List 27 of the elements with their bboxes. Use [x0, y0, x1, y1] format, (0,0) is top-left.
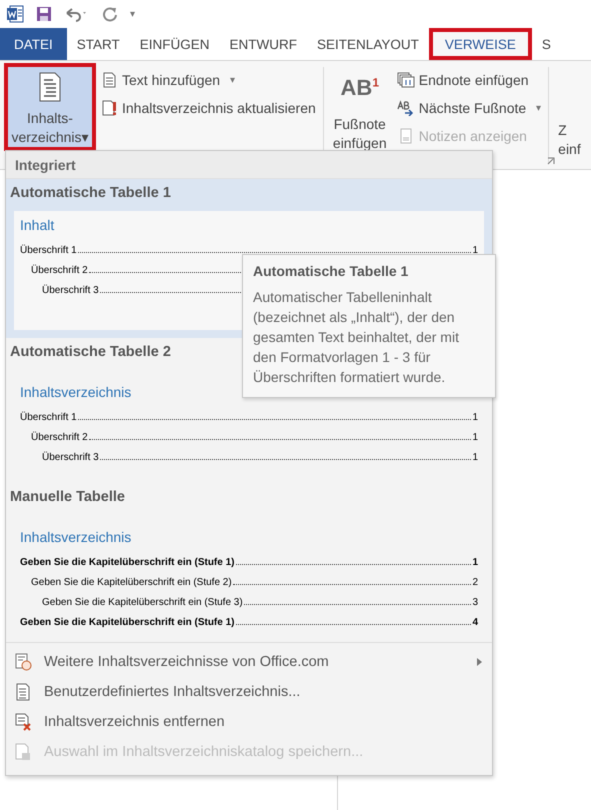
toc-entry: Überschrift 1	[20, 245, 77, 256]
tooltip-title: Automatische Tabelle 1	[253, 263, 410, 279]
toc-entry: Geben Sie die Kapitelüberschrift ein (Stufe 1)	[20, 617, 234, 628]
toc-heading: Inhaltsverzeichnis	[20, 529, 132, 545]
page-number: 1	[472, 412, 478, 423]
toc-entry: Geben Sie die Kapitelüberschrift ein (Stufe 2)	[31, 577, 232, 588]
gallery-title: Automatische Tabelle 1	[10, 184, 171, 203]
page-number: 3	[472, 597, 478, 608]
gallery-title: Manuelle Tabelle	[10, 488, 125, 507]
toc-entry: Überschrift 3	[42, 452, 99, 463]
toc-heading: Inhaltsverzeichnis	[20, 384, 132, 400]
toc-entry: Geben Sie die Kapitelüberschrift ein (Stufe 1)	[20, 557, 234, 568]
page-number: 2	[472, 577, 478, 588]
page-number: 1	[472, 432, 478, 443]
toc-entry: Überschrift 2	[31, 265, 88, 276]
toc-entry: Überschrift 2	[31, 432, 88, 443]
page-number: 1	[472, 557, 478, 568]
toc-heading: Inhalt	[20, 217, 54, 233]
section-header: Integriert	[6, 151, 492, 179]
toc-entry: Überschrift 3	[42, 285, 99, 296]
page-number: 1	[472, 245, 478, 256]
page-number: 1	[472, 452, 478, 463]
gallery-title: Automatische Tabelle 2	[10, 343, 171, 362]
page-number: 4	[472, 617, 478, 628]
toc-entry: Geben Sie die Kapitelüberschrift ein (Stufe 3)	[42, 597, 243, 608]
toc-entry: Überschrift 1	[20, 412, 77, 423]
tooltip-text: Automatischer Tabelleninhalt (bezeichnet als „Inhalt“), der den gesamten Text beinhaltet, der mit den Formatvorlagen 1 - 3 für Überschriften formatiert wurde.	[253, 288, 460, 387]
